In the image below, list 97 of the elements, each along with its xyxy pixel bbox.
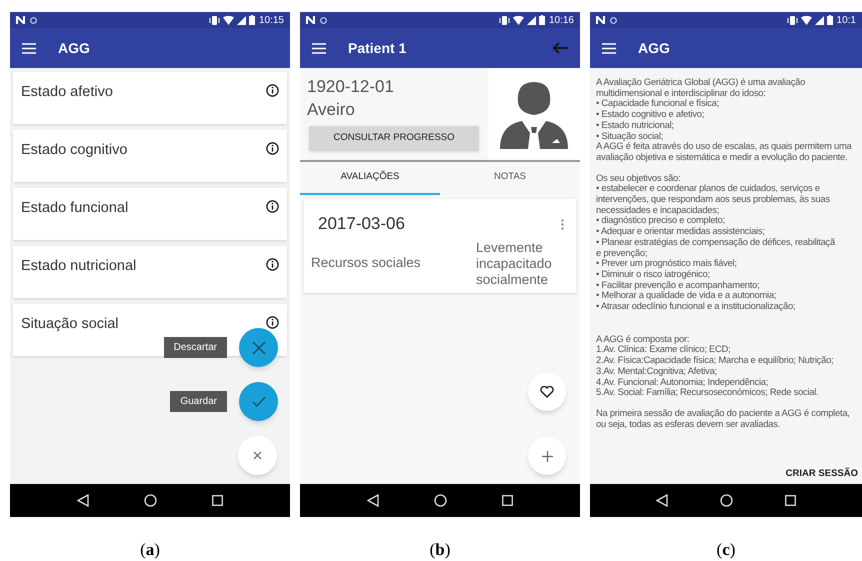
info-text: • Facilitar prevenção e acompanhamento; bbox=[596, 280, 760, 290]
info-text: 3.Av. Mental:Cognitiva; Afetiva; bbox=[596, 366, 718, 377]
menu-icon[interactable] bbox=[602, 42, 616, 54]
category-card[interactable]: Estado cognitivo bbox=[13, 130, 287, 182]
category-label: Estado funcional bbox=[21, 199, 128, 218]
category-label: Situação social bbox=[21, 315, 119, 334]
wifi-icon bbox=[800, 16, 812, 24]
info-text: 4.Av. Funcional: Autonomia; Independência; bbox=[596, 376, 770, 388]
menu-icon[interactable] bbox=[22, 42, 36, 54]
back-icon[interactable] bbox=[367, 494, 380, 507]
info-text: Na primeira sessão de avaliação do paciente a AGG é completa, ou seja, todas as esferas devem ser avaliadas. bbox=[596, 408, 851, 430]
assessment-card[interactable]: 2017-03-06 Recursos sociales Levemente incapacitado socialmente bbox=[304, 199, 576, 293]
panel-caption: (b) bbox=[430, 539, 450, 561]
assessment-date: 2017-03-06 bbox=[318, 213, 405, 235]
tab[interactable]: NOTAS bbox=[440, 162, 580, 195]
info-text: • Situação social; bbox=[596, 130, 664, 142]
info-text: 1.Av. Clínica: Exame clínico; ECD; bbox=[596, 344, 732, 356]
category-label: Estado cognitivo bbox=[21, 141, 128, 160]
menu-icon[interactable] bbox=[312, 42, 326, 54]
close-icon bbox=[253, 451, 262, 460]
vibrate-icon bbox=[786, 16, 798, 24]
panel-caption: (a) bbox=[140, 539, 160, 561]
circle-icon bbox=[30, 16, 37, 24]
category-card[interactable]: Estado nutricional bbox=[13, 246, 287, 298]
close-icon bbox=[252, 340, 266, 354]
back-icon[interactable] bbox=[77, 494, 90, 507]
home-icon[interactable] bbox=[434, 494, 447, 507]
info-text: • Capacidade funcional e física; bbox=[596, 98, 719, 110]
back-icon[interactable] bbox=[656, 494, 668, 507]
info-text: • Prever um prognóstico mais fiável; bbox=[596, 258, 738, 269]
favorite-fab[interactable] bbox=[528, 373, 566, 411]
info-text: • Melhorar a qualidade de vida e a autonomia; bbox=[596, 290, 778, 302]
status-time: 10:1 bbox=[836, 14, 856, 28]
info-text: A Avaliação Geriátrica Global (AGG) é uma avaliação multidimensional e interdisciplinar do idoso: bbox=[596, 77, 806, 98]
category-card[interactable]: Estado afetivo bbox=[13, 72, 287, 124]
info-text: • Estado cognitivo e afetivo; bbox=[596, 109, 706, 120]
person-silhouette-icon bbox=[500, 79, 568, 149]
tab[interactable]: AVALIAÇÕES bbox=[300, 162, 440, 195]
info-icon[interactable] bbox=[266, 84, 279, 97]
screen-title: AGG bbox=[638, 38, 670, 58]
info-text: • estabelecer e coordenar planos de cuidados, serviços e intervenções, que respondam aos seus problemas, às suas necessidades e incapacidades; bbox=[596, 183, 831, 216]
assessment-result: Levemente incapacitado socialmente bbox=[476, 240, 553, 288]
info-icon[interactable] bbox=[266, 258, 279, 271]
recents-icon[interactable] bbox=[212, 495, 223, 506]
plus-icon bbox=[542, 450, 552, 462]
info-icon[interactable] bbox=[266, 316, 279, 329]
battery-icon bbox=[826, 15, 833, 25]
vibrate-icon bbox=[498, 16, 510, 24]
progress-button[interactable]: CONSULTAR PROGRESSO bbox=[309, 126, 479, 151]
info-text: A AGG é composta por: bbox=[596, 334, 690, 344]
info-text: Os seu objetivos são: bbox=[596, 172, 682, 184]
wifi-icon bbox=[222, 16, 234, 24]
assessment-domain: Recursos sociales bbox=[311, 254, 421, 272]
notification-icon bbox=[596, 16, 605, 24]
screen-title: Patient 1 bbox=[348, 38, 406, 58]
category-label: Estado nutricional bbox=[21, 257, 136, 276]
info-text: 5.Av. Social: Família; Recursoseconómicos; Rede social. bbox=[596, 387, 820, 398]
category-label: Estado afetivo bbox=[21, 83, 113, 102]
info-text: • Diminuir o risco iatrogénico; bbox=[596, 268, 711, 280]
notification-icon bbox=[306, 16, 315, 24]
fab-tooltip: Descartar bbox=[164, 337, 227, 358]
home-icon[interactable] bbox=[720, 494, 733, 507]
check-icon bbox=[252, 396, 266, 407]
heart-icon bbox=[540, 386, 554, 398]
recents-icon[interactable] bbox=[502, 495, 513, 506]
status-time: 10:15 bbox=[258, 14, 284, 28]
status-time: 10:16 bbox=[548, 14, 574, 28]
notification-icon bbox=[16, 16, 25, 24]
signal-icon bbox=[526, 16, 536, 24]
info-text: • Atrasar odeclínio funcional e a institucionalização; bbox=[596, 301, 796, 312]
screen-title: AGG bbox=[58, 38, 90, 58]
info-icon[interactable] bbox=[266, 200, 279, 213]
wifi-icon bbox=[512, 16, 524, 24]
location: Aveiro bbox=[307, 99, 356, 121]
birth-date: 1920-12-01 bbox=[307, 76, 395, 98]
info-icon[interactable] bbox=[266, 142, 279, 155]
info-text: • Adequar e orientar medidas assistenciais; bbox=[596, 226, 766, 237]
battery-icon bbox=[538, 15, 545, 25]
info-text: A AGG é feita através do uso de escalas, as quais permitem uma avaliação objetiva e sistemática e medir a evolução do paciente. bbox=[596, 141, 853, 163]
circle-icon bbox=[320, 16, 327, 24]
home-icon[interactable] bbox=[144, 494, 157, 507]
fab-tooltip: Guardar bbox=[170, 391, 227, 412]
category-card[interactable]: Estado funcional bbox=[13, 188, 287, 240]
info-text: e prevenção; bbox=[596, 248, 648, 258]
battery-icon bbox=[248, 15, 255, 25]
panel-caption: (c) bbox=[716, 539, 736, 561]
circle-icon bbox=[610, 16, 617, 24]
signal-icon bbox=[814, 16, 824, 24]
info-text: • Estado nutricional; bbox=[596, 120, 675, 131]
recents-icon[interactable] bbox=[785, 495, 796, 506]
vibrate-icon bbox=[208, 16, 220, 24]
info-text: • Planear estratégias de compensação de défices, reabilitaçã bbox=[596, 236, 836, 248]
more-icon[interactable] bbox=[561, 219, 564, 230]
info-text: • diagnóstico preciso e completo; bbox=[596, 215, 726, 226]
create-session-button[interactable]: CRIAR SESSÃO bbox=[786, 466, 858, 481]
info-text: 2.Av. Física:Capacidade física; Marcha e equilíbrio; Nutrição; bbox=[596, 355, 834, 366]
signal-icon bbox=[236, 16, 246, 24]
